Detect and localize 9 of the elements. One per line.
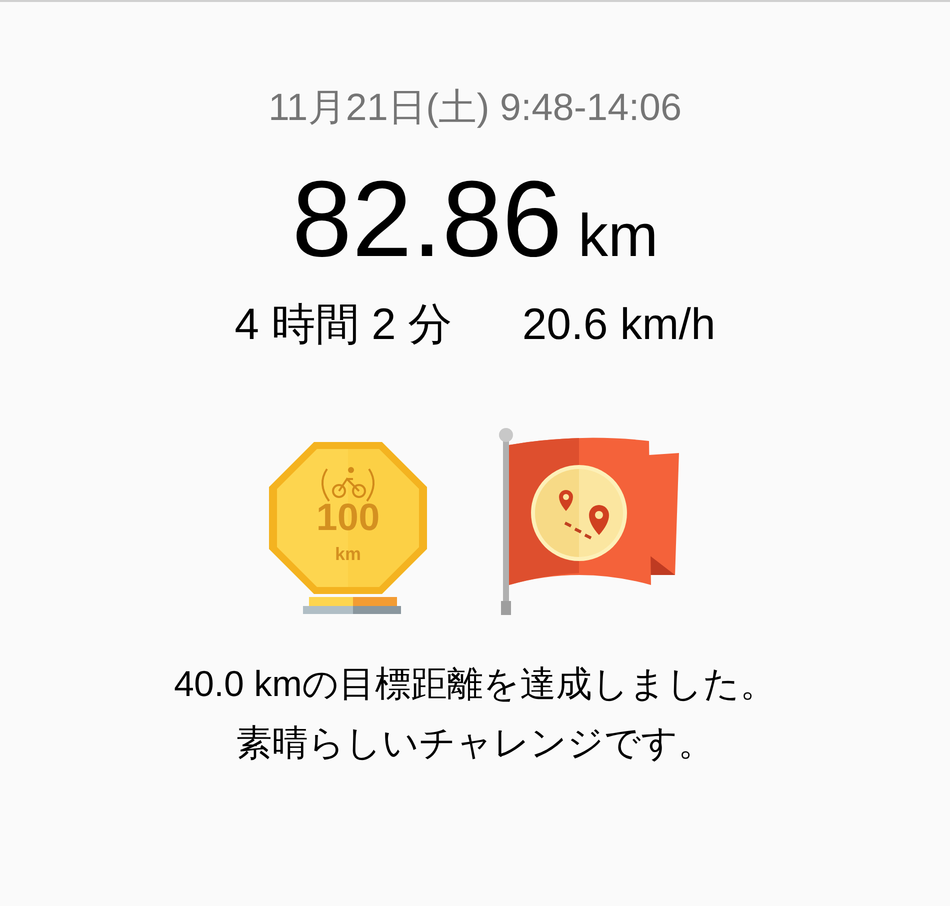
- distance-value: 82.86: [292, 165, 562, 273]
- distance-unit: km: [578, 206, 658, 266]
- achievement-message: 素晴らしいチャレンジです。: [236, 721, 714, 765]
- date-range: 11月21日(土) 9:48-14:06: [268, 86, 682, 131]
- badge-unit: km: [334, 545, 361, 563]
- badge-number: 100: [316, 499, 380, 537]
- average-speed: 20.6 km/h: [522, 303, 716, 347]
- achievement-message: 40.0 kmの目標距離を達成しました。: [174, 662, 776, 706]
- duration: 4 時間 2 分: [234, 303, 452, 347]
